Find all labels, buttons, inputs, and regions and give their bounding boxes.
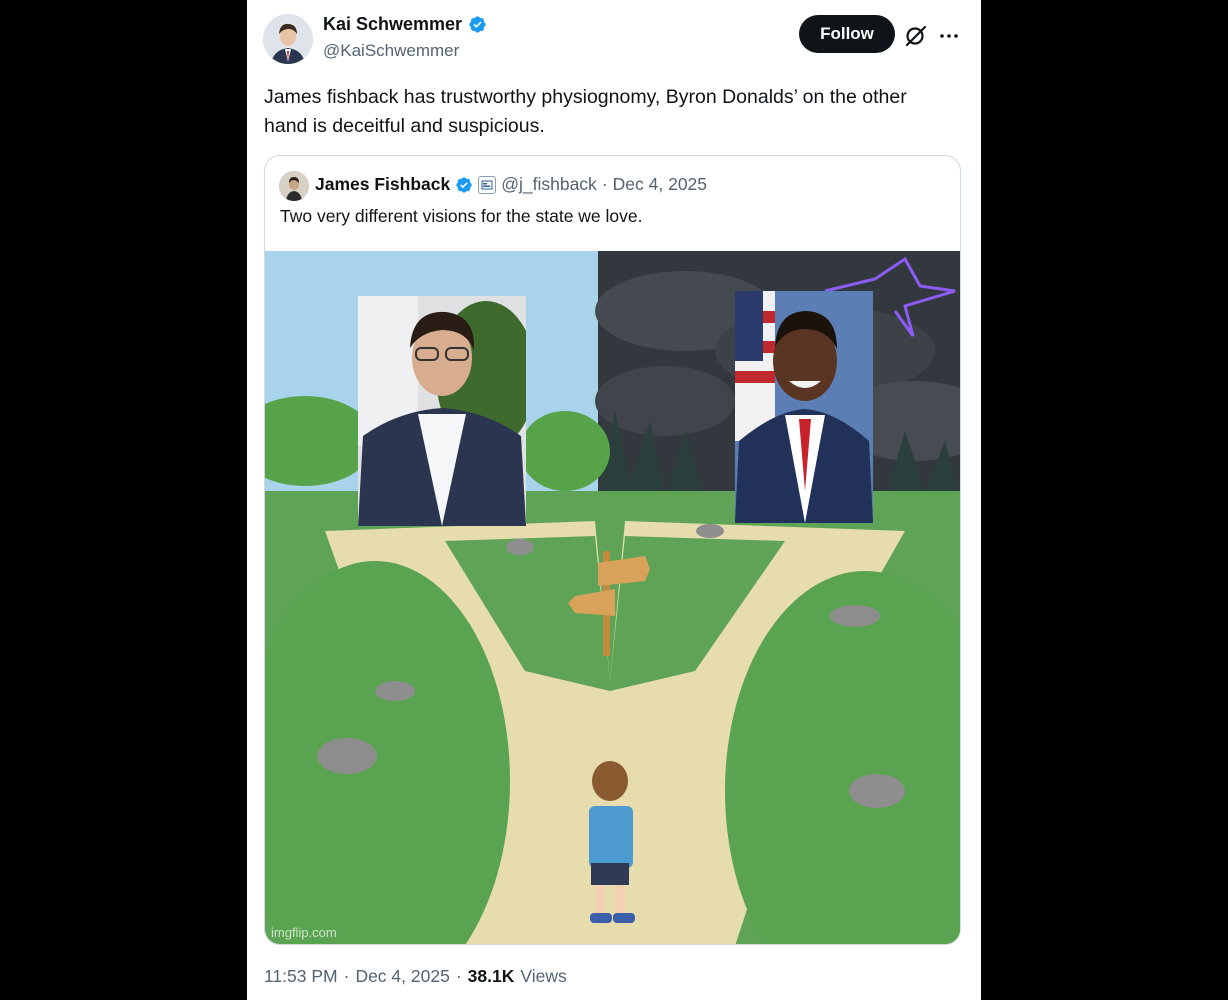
quoted-text: Two very different visions for the state… bbox=[280, 206, 643, 226]
verified-badge-icon bbox=[456, 176, 472, 193]
quoted-header: James Fishback @j_fishback · Dec 4, 2025 bbox=[315, 174, 707, 195]
more-icon[interactable] bbox=[937, 24, 961, 48]
left-portrait-photo bbox=[358, 296, 526, 526]
author-handle[interactable]: @KaiSchwemmer bbox=[323, 41, 459, 61]
quoted-display-name[interactable]: James Fishback bbox=[315, 174, 450, 195]
affiliate-badge-icon[interactable] bbox=[478, 175, 497, 194]
separator: · bbox=[343, 966, 350, 986]
quoted-handle[interactable]: @j_fishback bbox=[501, 174, 597, 195]
tweet-meta: 11:53 PM · Dec 4, 2025 · 38.1K Views bbox=[264, 966, 567, 987]
tweet-time[interactable]: 11:53 PM bbox=[264, 966, 338, 987]
views-label: Views bbox=[520, 966, 567, 986]
views-count: 38.1K bbox=[467, 966, 515, 986]
meme-image[interactable]: imgflip.com bbox=[265, 251, 960, 944]
author-display-name[interactable]: Kai Schwemmer bbox=[323, 14, 462, 35]
watermark: imgflip.com bbox=[271, 925, 337, 940]
separator: · bbox=[601, 174, 608, 194]
verified-badge-icon bbox=[469, 16, 486, 33]
follow-button[interactable]: Follow bbox=[799, 15, 895, 53]
author-name-row[interactable]: Kai Schwemmer bbox=[323, 14, 487, 35]
tweet-card: Kai Schwemmer @KaiSchwemmer Follow James… bbox=[247, 0, 981, 1000]
separator: · bbox=[455, 966, 462, 986]
author-avatar[interactable] bbox=[263, 14, 313, 64]
tweet-date[interactable]: Dec 4, 2025 bbox=[355, 966, 449, 987]
quoted-date[interactable]: Dec 4, 2025 bbox=[613, 174, 707, 195]
tweet-text: James fishback has trustworthy physiogno… bbox=[264, 86, 907, 137]
right-portrait-photo bbox=[735, 291, 873, 523]
quoted-author-avatar[interactable] bbox=[279, 171, 309, 201]
grok-icon[interactable] bbox=[903, 24, 929, 48]
quoted-tweet[interactable]: James Fishback @j_fishback · Dec 4, 2025… bbox=[264, 155, 961, 945]
